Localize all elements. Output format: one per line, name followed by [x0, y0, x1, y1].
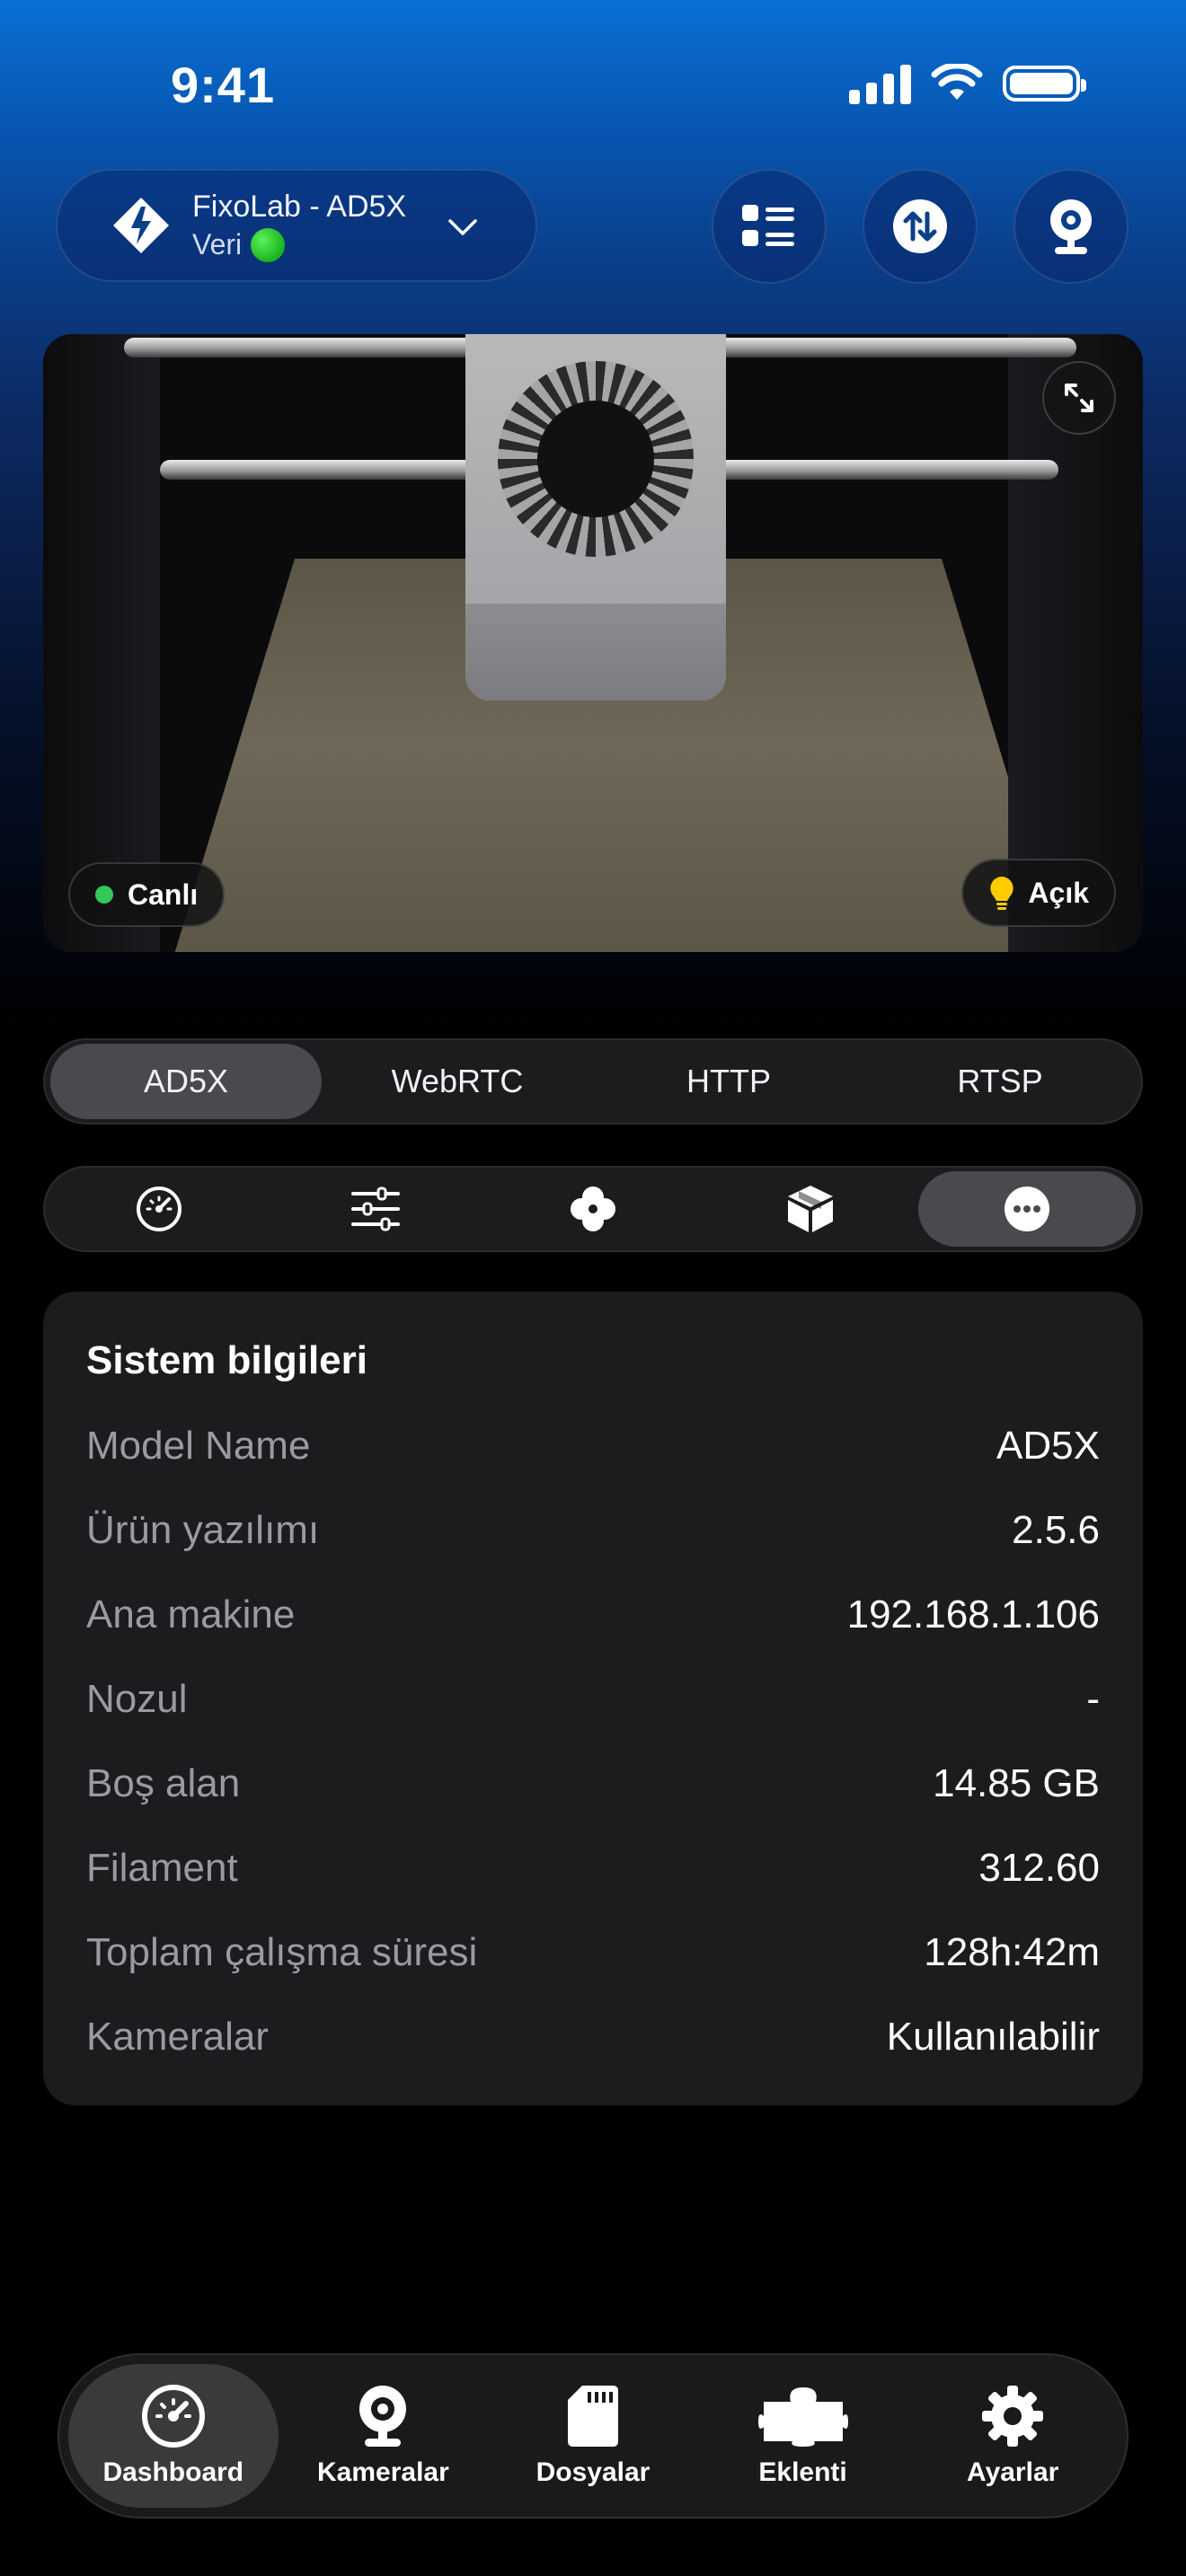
info-row-filament: Filament 312.60	[86, 1841, 1100, 1895]
light-toggle[interactable]: Açık	[961, 859, 1116, 927]
status-time: 9:41	[171, 57, 276, 113]
status-icons	[849, 63, 1086, 104]
webcam-icon	[1050, 199, 1092, 254]
nav-plugins[interactable]: Eklenti	[698, 2364, 908, 2508]
info-row-firmware: Ürün yazılımı 2.5.6	[86, 1504, 1100, 1557]
tab-settings-sliders[interactable]	[268, 1171, 485, 1247]
info-value: 2.5.6	[1012, 1508, 1100, 1552]
info-row-cameras: Kameralar Kullanılabilir	[86, 2010, 1100, 2064]
info-label: Model Name	[86, 1424, 311, 1468]
printer-status-label: Veri	[192, 228, 243, 260]
fullscreen-button[interactable]	[1042, 361, 1116, 435]
info-value: 14.85 GB	[933, 1761, 1100, 1805]
nav-files[interactable]: Dosyalar	[488, 2364, 698, 2508]
chevron-down-icon	[448, 219, 477, 235]
sliders-icon	[351, 1187, 401, 1231]
status-online-dot	[251, 227, 286, 262]
nav-label: Dosyalar	[535, 2457, 651, 2487]
info-label: Toplam çalışma süresi	[86, 1930, 478, 1974]
tab-rtsp[interactable]: RTSP	[864, 1044, 1136, 1119]
info-value: Kullanılabilir	[886, 2015, 1100, 2059]
nav-label: Ayarlar	[967, 2457, 1059, 2487]
info-row-nozzle: Nozul -	[86, 1672, 1100, 1726]
webcam-button[interactable]	[1013, 169, 1128, 284]
info-row-host: Ana makine 192.168.1.106	[86, 1588, 1100, 1642]
expand-icon	[1065, 384, 1093, 412]
stream-source-tabs: AD5X WebRTC HTTP RTSP	[43, 1038, 1143, 1125]
tab-material[interactable]	[702, 1171, 919, 1247]
info-label: Ürün yazılımı	[86, 1508, 320, 1552]
more-icon	[1005, 1187, 1050, 1231]
dashboard-icon	[141, 2385, 205, 2448]
sd-card-icon	[567, 2386, 618, 2447]
info-value: -	[1086, 1677, 1100, 1721]
transfer-arrows-icon	[893, 199, 947, 253]
wifi-icon	[931, 64, 983, 100]
printhead-image	[465, 334, 726, 701]
speedometer-icon	[136, 1187, 181, 1231]
list-icon	[742, 205, 794, 246]
bottom-nav: Dashboard Kameralar Dosyalar Eklenti Aya…	[58, 2353, 1128, 2519]
nav-label: Eklenti	[758, 2457, 847, 2487]
info-value: 312.60	[978, 1846, 1100, 1890]
printer-name: FixoLab - AD5X	[192, 189, 407, 224]
control-tabs	[43, 1166, 1143, 1252]
live-label: Canlı	[128, 878, 199, 911]
tab-speed[interactable]	[50, 1171, 268, 1247]
gear-icon	[982, 2386, 1044, 2447]
light-label: Açık	[1028, 876, 1089, 909]
info-row-runtime: Toplam çalışma süresi 128h:42m	[86, 1926, 1100, 1980]
info-label: Filament	[86, 1846, 238, 1890]
nav-settings[interactable]: Ayarlar	[907, 2364, 1118, 2508]
nav-dashboard[interactable]: Dashboard	[68, 2364, 279, 2508]
tab-webrtc[interactable]: WebRTC	[322, 1044, 593, 1119]
flashforge-logo-icon	[113, 198, 169, 253]
tab-ad5x[interactable]: AD5X	[50, 1044, 322, 1119]
card-title: Sistem bilgileri	[86, 1338, 367, 1382]
transfer-button[interactable]	[863, 169, 978, 284]
tab-more[interactable]	[918, 1171, 1136, 1247]
info-label: Kameralar	[86, 2015, 269, 2059]
list-view-button[interactable]	[712, 169, 827, 284]
nav-cameras[interactable]: Kameralar	[279, 2364, 489, 2508]
info-label: Ana makine	[86, 1592, 296, 1636]
cellular-signal-icon	[849, 63, 911, 104]
info-value: AD5X	[996, 1424, 1100, 1468]
camera-icon	[359, 2386, 407, 2447]
live-badge: Canlı	[68, 862, 226, 927]
fan-icon	[570, 1187, 615, 1231]
info-label: Nozul	[86, 1677, 188, 1721]
info-value: 128h:42m	[924, 1930, 1100, 1974]
nav-label: Kameralar	[317, 2457, 449, 2487]
info-row-free-space: Boş alan 14.85 GB	[86, 1757, 1100, 1811]
info-value: 192.168.1.106	[846, 1592, 1100, 1636]
tab-http[interactable]: HTTP	[593, 1044, 864, 1119]
camera-preview[interactable]: Canlı Açık	[43, 334, 1143, 952]
puzzle-icon	[757, 2387, 848, 2447]
printer-selector[interactable]: FixoLab - AD5X Veri	[56, 169, 537, 282]
tab-fan[interactable]	[484, 1171, 702, 1247]
nav-label: Dashboard	[102, 2457, 244, 2487]
battery-icon	[1003, 66, 1086, 101]
live-dot	[95, 886, 113, 904]
system-info-card: Sistem bilgileri Model Name AD5X Ürün ya…	[43, 1292, 1143, 2105]
info-row-model: Model Name AD5X	[86, 1419, 1100, 1473]
lightbulb-icon	[990, 877, 1014, 910]
info-label: Boş alan	[86, 1761, 241, 1805]
printer-status: Veri	[192, 227, 406, 262]
box-icon	[787, 1186, 833, 1232]
